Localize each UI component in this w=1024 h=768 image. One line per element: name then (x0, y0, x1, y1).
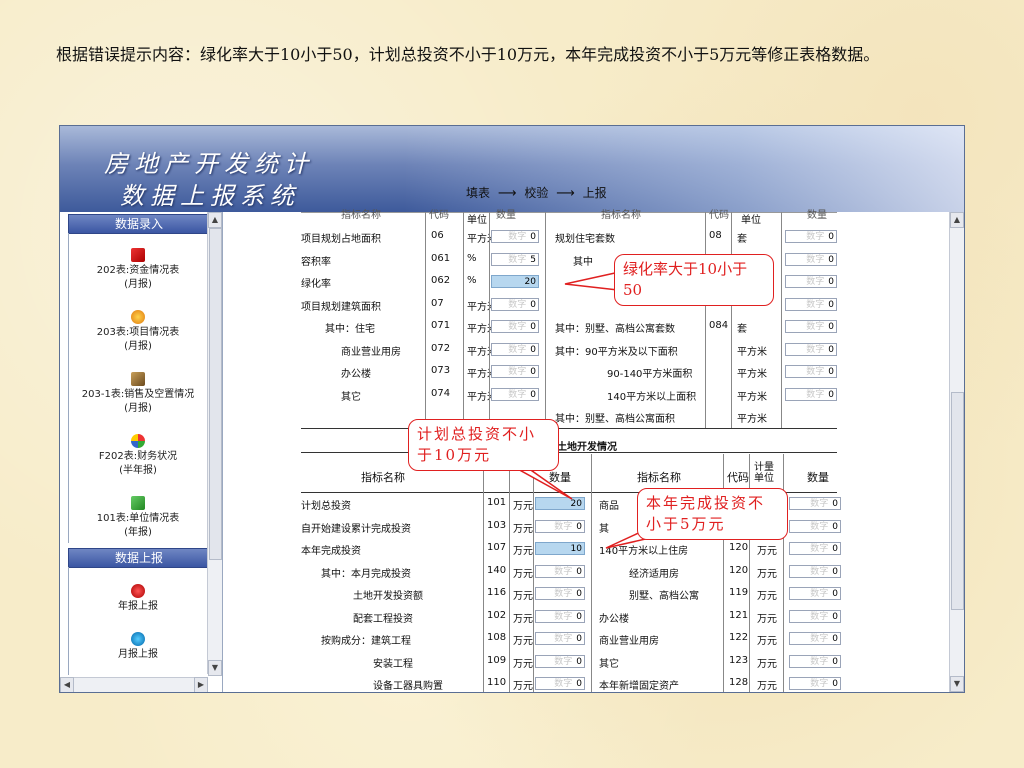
callout-pointers (504, 272, 652, 549)
callout-total-investment: 计划总投资不小于10万元 (408, 419, 559, 471)
callout-greening-rate: 绿化率大于10小于50 (614, 254, 774, 306)
callout-annual-investment: 本年完成投资不小于5万元 (637, 488, 788, 540)
